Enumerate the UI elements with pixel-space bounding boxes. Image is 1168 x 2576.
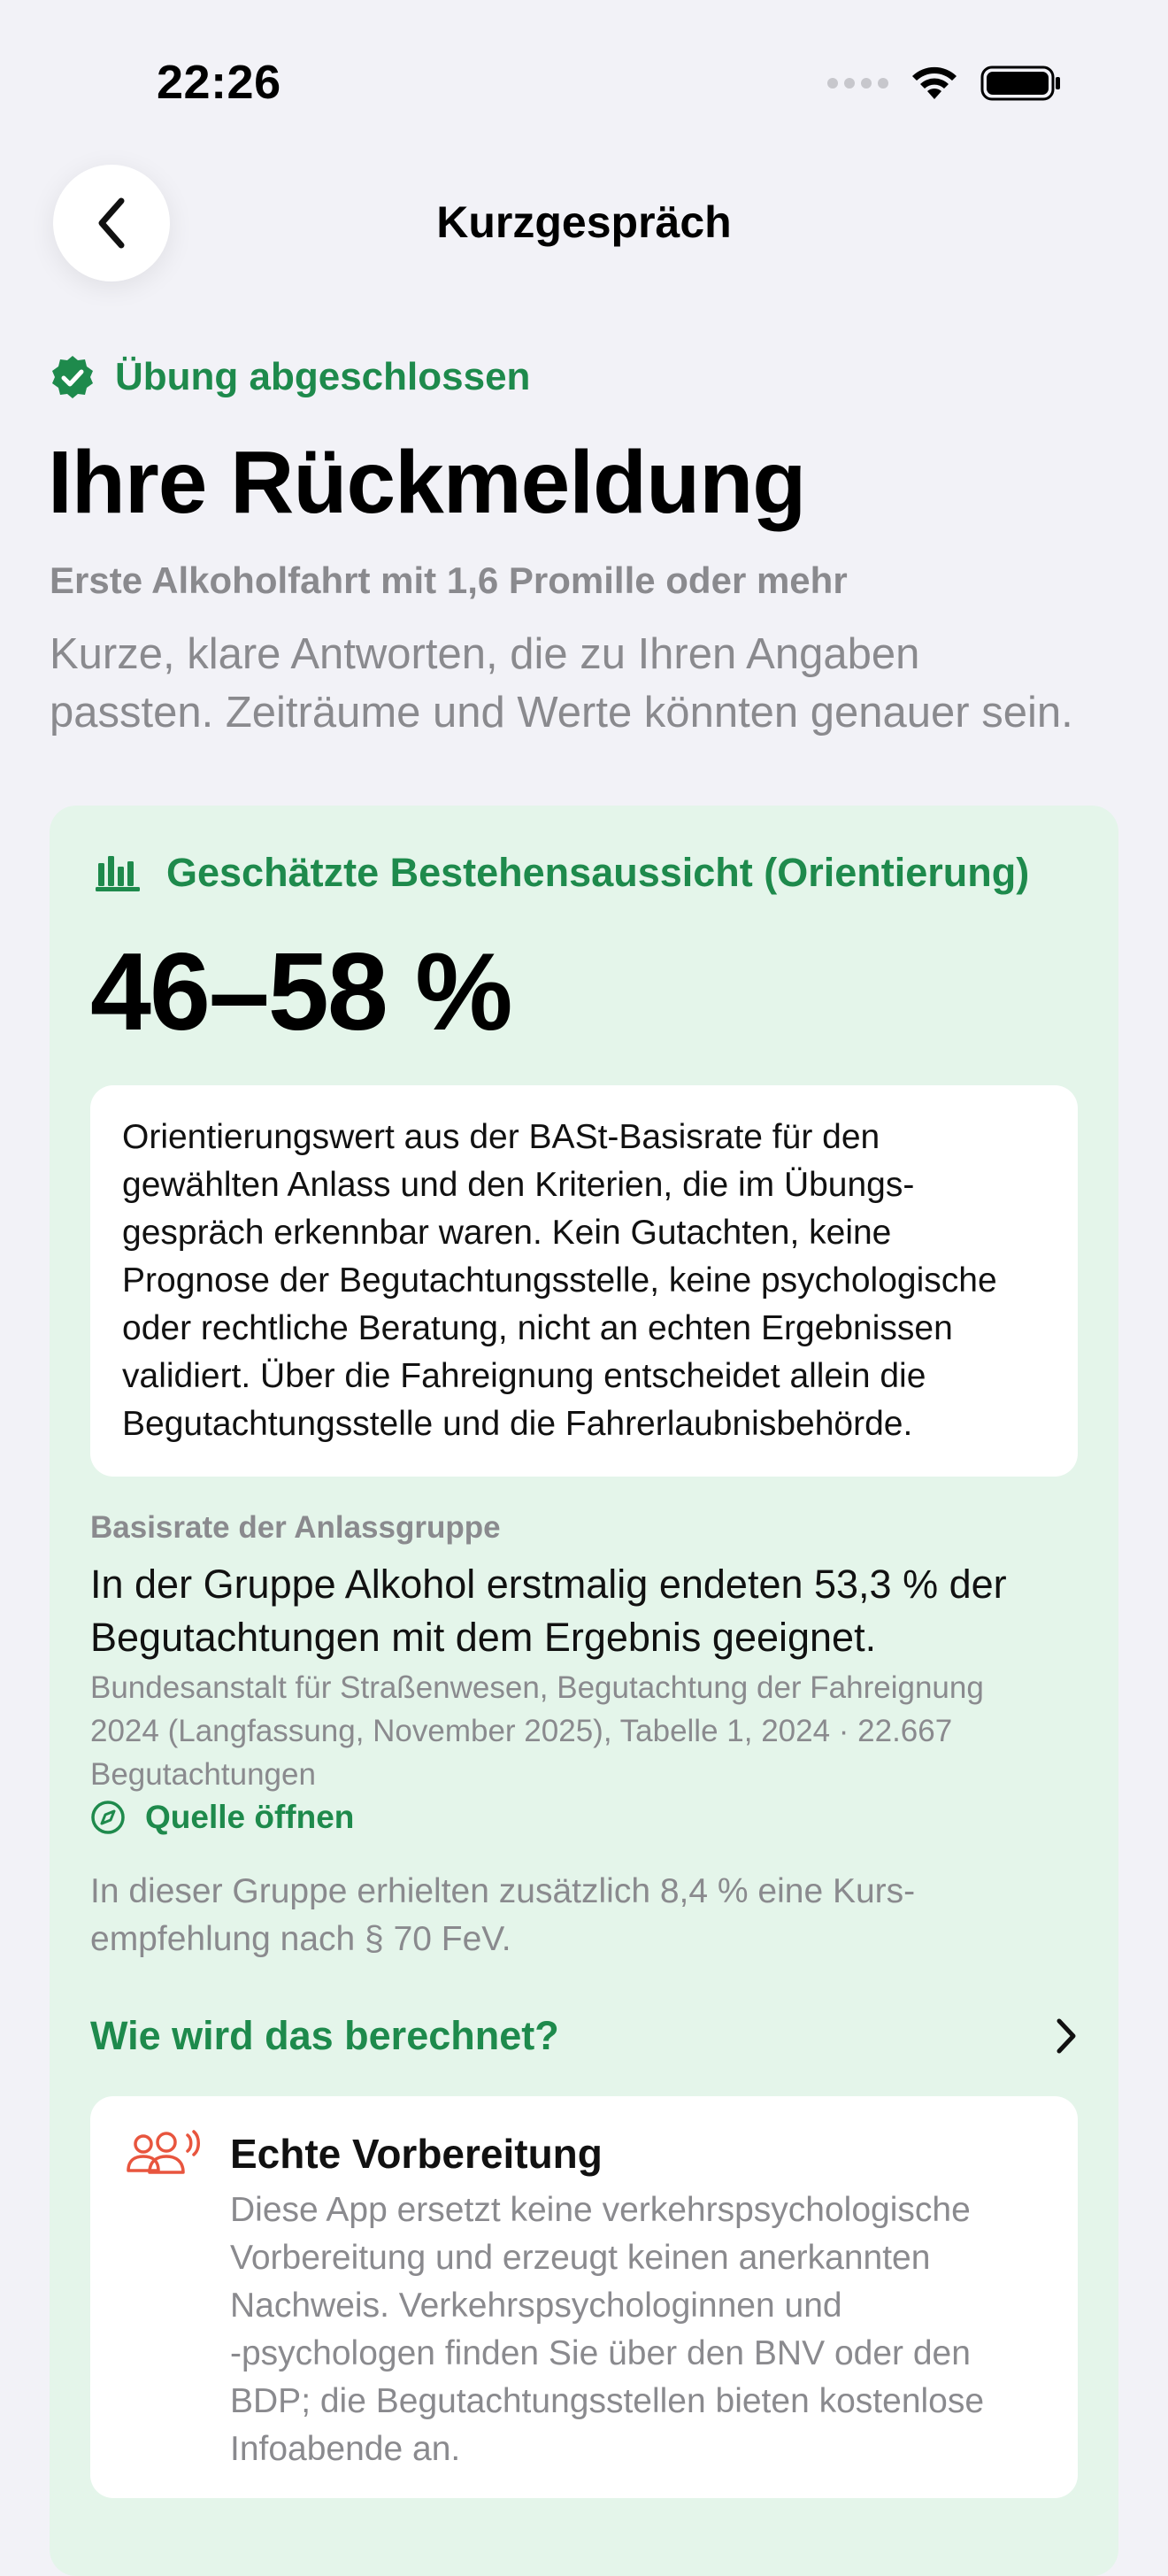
disclaimer-box: Orientierungswert aus der BASt-Basisrate… xyxy=(90,1085,1078,1477)
estimate-heading-text: Geschätzte Bestehensaussicht (Orientieru… xyxy=(166,850,1030,895)
page-subtitle: Erste Alkoholfahrt mit 1,6 Promille oder… xyxy=(50,559,848,601)
bar-chart-icon xyxy=(96,856,140,891)
preparation-line: BDP; die Begutachtungsstellen bieten kos… xyxy=(230,2382,985,2420)
source-line: Bundesanstalt für Straßenwesen, Begutach… xyxy=(90,1670,984,1705)
source-line: 2024 (Langfassung, November 2025), Tabel… xyxy=(90,1714,953,1748)
preparation-box: Echte Vorbereitung Diese App ersetzt kei… xyxy=(90,2096,1078,2498)
base-rate-line: In der Gruppe Alkohol erstmalig endeten … xyxy=(90,1562,1007,1607)
status-time: 22:26 xyxy=(157,56,281,109)
estimate-heading: Geschätzte Bestehensaussicht (Orientieru… xyxy=(96,850,1029,896)
estimate-card: Geschätzte Bestehensaussicht (Orientieru… xyxy=(50,806,1118,2576)
estimate-range: 46–58 % xyxy=(90,931,513,1053)
disclaimer-line: Orientierungswert aus der BASt-Basisrate… xyxy=(122,1118,880,1156)
disclaimer-line: Begutachtungsstelle und die Fahrerlaubni… xyxy=(122,1405,913,1443)
course-recommendation-note: In dieser Gruppe erhielten zusätzlich 8,… xyxy=(90,1868,1081,1963)
verified-check-icon xyxy=(52,356,93,398)
compass-icon xyxy=(91,1801,125,1834)
disclaimer-line: validiert. Über die Fahreignung entschei… xyxy=(122,1357,926,1395)
disclaimer-line: gespräch erkennbar waren. Kein Gutachten… xyxy=(122,1214,892,1252)
base-rate-line: Begutachtungen mit dem Ergebnis geeignet… xyxy=(90,1615,877,1660)
completion-text: Übung abgeschlossen xyxy=(115,355,531,398)
disclaimer-text: Orientierungswert aus der BASt-Basisrate… xyxy=(122,1114,1051,1448)
nav-title: Kurzgespräch xyxy=(436,197,732,247)
source-line: Begutachtungen xyxy=(90,1757,316,1792)
how-calculated-row[interactable]: Wie wird das berechnet? xyxy=(90,2001,1078,2071)
open-source-link[interactable]: Quelle öffnen xyxy=(90,1799,354,1836)
people-speaking-icon xyxy=(127,2130,200,2174)
intro-line: passten. Zeiträume und Werte könnten gen… xyxy=(50,689,1073,737)
completion-badge: Übung abgeschlossen xyxy=(50,354,530,400)
base-rate-source: Bundesanstalt für Straßenwesen, Begutach… xyxy=(90,1666,1081,1796)
status-icons xyxy=(827,64,1062,103)
preparation-line: Nachweis. Verkehrspsychologinnen und xyxy=(230,2287,842,2325)
preparation-text: Diese App ersetzt keine verkehrspsycholo… xyxy=(230,2187,1053,2473)
cellular-signal-icon xyxy=(827,78,888,89)
page-title: Ihre Rückmeldung xyxy=(48,433,806,532)
disclaimer-line: oder rechtliche Beratung, nicht an echte… xyxy=(122,1309,953,1347)
base-rate-label: Basisrate der Anlassgruppe xyxy=(90,1510,501,1545)
disclaimer-line: gewählten Anlass und den Kriterien, die … xyxy=(122,1166,915,1204)
battery-icon xyxy=(980,66,1060,101)
disclaimer-line: Prognose der Begutachtungsstelle, keine … xyxy=(122,1261,997,1300)
extra-line: In dieser Gruppe erhielten zusätzlich 8,… xyxy=(90,1872,916,1910)
base-rate-value: In der Gruppe Alkohol erstmalig endeten … xyxy=(90,1558,1081,1664)
preparation-line: Diese App ersetzt keine verkehrspsycholo… xyxy=(230,2191,971,2229)
open-source-link-text: Quelle öffnen xyxy=(145,1799,355,1835)
intro-line: Kurze, klare Antworten, die zu Ihren Ang… xyxy=(50,630,920,678)
how-calculated-text: Wie wird das berechnet? xyxy=(90,2013,559,2058)
preparation-title: Echte Vorbereitung xyxy=(230,2131,603,2177)
extra-line: empfehlung nach § 70 FeV. xyxy=(90,1920,511,1958)
chevron-right-icon xyxy=(1057,2018,1076,2054)
preparation-line: Infoabende an. xyxy=(230,2430,461,2468)
wifi-icon xyxy=(912,66,957,99)
feedback-intro: Kurze, klare Antworten, die zu Ihren Ang… xyxy=(50,625,1138,742)
preparation-line: -psychologen finden Sie über den BNV ode… xyxy=(230,2334,971,2372)
preparation-line: Vorbereitung und erzeugt keinen anerkann… xyxy=(230,2239,931,2277)
